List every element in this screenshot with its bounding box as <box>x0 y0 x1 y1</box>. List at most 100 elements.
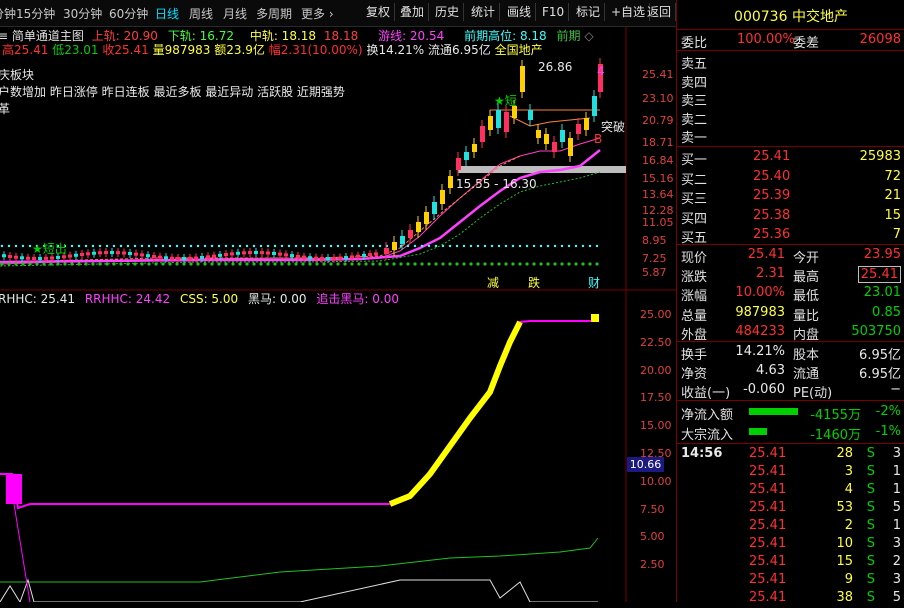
candle-body <box>488 116 493 130</box>
chase-black-horse-label: 追击黑马: 0.00 <box>316 292 399 306</box>
signal-dot <box>266 262 270 266</box>
stat-row: 涨跌 2.31 最高 25.41 <box>677 265 904 285</box>
stat-value-2: 25.41 <box>857 266 901 284</box>
bid-row[interactable]: 买一 25.41 25983 <box>677 148 904 168</box>
bid-price: 25.36 <box>753 227 791 242</box>
stat-value-2: 0.85 <box>872 304 901 320</box>
signal-dot <box>280 262 284 266</box>
bid-row[interactable]: 买二 25.40 72 <box>677 168 904 188</box>
stat-label-2: 量比 <box>793 308 820 324</box>
bid-row[interactable]: 买三 25.39 21 <box>677 187 904 207</box>
signal-dot <box>203 262 207 266</box>
tick-side: S <box>866 446 875 461</box>
signal-dot <box>91 262 95 266</box>
stat-value: 2.31 <box>756 266 785 282</box>
tick-row: 25.41 3 S 1 <box>677 463 904 482</box>
stat-value: 25.41 <box>747 247 785 262</box>
bid-row[interactable]: 买四 25.38 15 <box>677 207 904 227</box>
diamond-icon[interactable]: ◇ <box>584 29 593 43</box>
candle-body <box>104 251 108 255</box>
candle-body <box>128 252 132 256</box>
fall-label: 跌 <box>528 276 541 290</box>
tick-count: 1 <box>892 482 901 497</box>
period-tab-multi[interactable]: 多周期 <box>256 5 292 22</box>
chart-panel[interactable]: ≡ 简单通道主图 上轨: 20.90 下轨: 16.72 中轨: 18.18 1… <box>0 26 676 602</box>
period-tab-15min[interactable]: 15分钟 <box>16 5 55 22</box>
signal-dot <box>455 262 459 266</box>
stat-value-2: 503750 <box>851 323 901 339</box>
ask-row[interactable]: 卖一 <box>677 126 904 146</box>
period-tab-min[interactable]: 分钟 <box>0 5 16 22</box>
quote-sector[interactable]: 全国地产 <box>495 43 543 57</box>
draw-line-button[interactable]: 画线 <box>503 3 537 21</box>
candle-body <box>560 130 565 142</box>
candle-body <box>536 130 541 138</box>
signal-dot <box>224 262 228 266</box>
signal-dot <box>364 262 368 266</box>
signal-dot <box>336 244 340 248</box>
candle-body <box>164 256 168 260</box>
period-tab-30min[interactable]: 30分钟 <box>63 5 102 22</box>
candle-body <box>80 253 84 257</box>
stat-label: 现价 <box>681 251 708 266</box>
signal-dot <box>574 262 578 266</box>
period-tab-more[interactable]: 更多 › <box>301 5 334 22</box>
signal-dot <box>476 262 480 266</box>
period-tab-weekly[interactable]: 周线 <box>189 5 213 22</box>
sub-y-axis-tick: 20.00 <box>640 363 672 377</box>
bid-row[interactable]: 买五 25.36 7 <box>677 226 904 246</box>
tick-side: S <box>866 518 875 533</box>
flow-value: -4155万 <box>810 408 861 423</box>
signal-dot <box>168 244 172 248</box>
stat-value: 4.63 <box>756 363 785 379</box>
candle-body <box>496 110 501 128</box>
candle-body <box>212 254 216 258</box>
candle-body <box>188 256 192 260</box>
ask-row[interactable]: 卖四 <box>677 71 904 91</box>
signal-dot <box>322 262 326 266</box>
y-axis-tick: 5.87 <box>642 266 667 279</box>
kline-chart-canvas[interactable] <box>0 26 676 602</box>
tick-volume: 2 <box>844 518 853 533</box>
candle-body <box>206 255 210 259</box>
candle-body <box>38 256 42 260</box>
stock-name: 中交地产 <box>791 9 848 25</box>
candle-body <box>440 190 445 204</box>
period-tab-monthly[interactable]: 月线 <box>223 5 247 22</box>
period-tab-daily[interactable]: 日线 <box>155 5 179 22</box>
mark-button[interactable]: 标记 <box>572 3 606 21</box>
signal-dot <box>553 244 557 248</box>
signal-dot <box>427 262 431 266</box>
period-tab-60min[interactable]: 60分钟 <box>109 5 148 22</box>
ask-row[interactable]: 卖二 <box>677 108 904 128</box>
signal-dot <box>434 262 438 266</box>
signal-dot <box>329 262 333 266</box>
ask-row[interactable]: 卖五 <box>677 52 904 72</box>
sub-y-axis-tick: 10.00 <box>640 474 672 488</box>
signal-dot <box>28 262 32 266</box>
quote-line: 高25.41 低23.01 收25.41 量987983 额23.9亿 幅2.3… <box>2 41 543 58</box>
statistics-button[interactable]: 统计 <box>467 3 501 21</box>
stat-row: 净资 4.63 流通 6.95亿 <box>677 362 904 382</box>
upper-band-line <box>0 137 601 265</box>
tick-row: 25.41 15 S 2 <box>677 553 904 572</box>
candle-body <box>464 152 469 160</box>
tick-price: 25.41 <box>749 554 787 569</box>
signal-dot <box>84 244 88 248</box>
tick-price: 25.41 <box>749 500 787 515</box>
weibi-row: 委比 100.00% 委差 26098 <box>677 31 904 51</box>
history-button[interactable]: 历史 <box>431 3 465 21</box>
overlay-button[interactable]: 叠加 <box>396 3 430 21</box>
ask-row[interactable]: 卖三 <box>677 89 904 109</box>
signal-dot <box>343 262 347 266</box>
adjust-button[interactable]: 复权 <box>362 3 396 21</box>
candle-body <box>20 256 24 260</box>
signal-dot <box>154 262 158 266</box>
back-button[interactable]: 返回 <box>643 3 677 21</box>
signal-dot <box>231 262 235 266</box>
signal-dot <box>350 262 354 266</box>
signal-dot <box>259 262 263 266</box>
signal-dot <box>91 244 95 248</box>
f10-button[interactable]: F10 <box>538 3 570 21</box>
concept-line-1: 庆板块 <box>0 68 35 82</box>
